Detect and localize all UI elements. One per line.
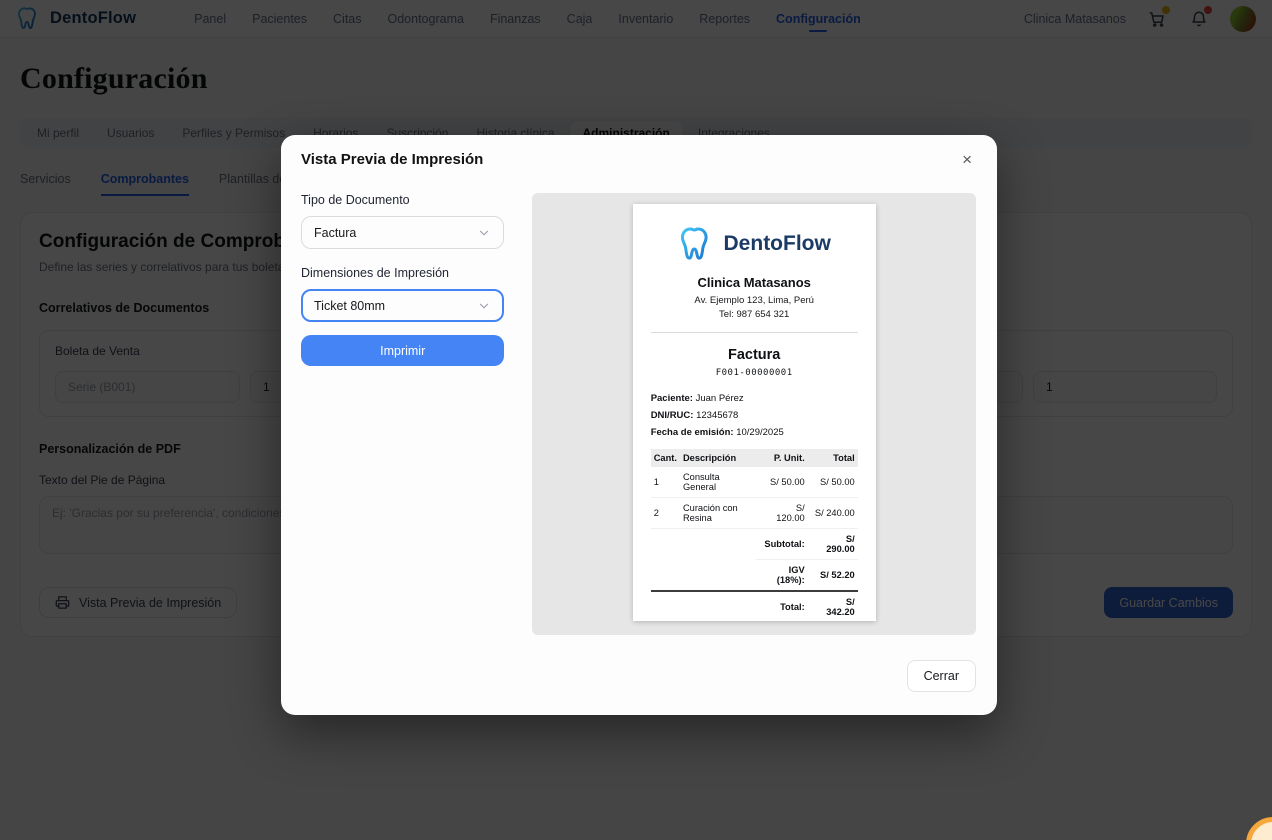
- doc-type-value: Factura: [314, 226, 356, 240]
- col-header-cant: Cant.: [651, 449, 680, 467]
- ticket-clinic-name: Clinica Matasanos: [651, 275, 858, 290]
- ticket-phone: Tel: 987 654 321: [651, 309, 858, 320]
- igv-row: IGV (18%): S/ 52.20: [651, 560, 858, 592]
- doc-type-select[interactable]: Factura: [301, 216, 504, 249]
- close-icon[interactable]: ×: [958, 151, 976, 169]
- dimensions-value: Ticket 80mm: [314, 299, 385, 313]
- table-row: 1 Consulta General S/ 50.00 S/ 50.00: [651, 467, 858, 498]
- ticket-dni-line: DNI/RUC: 12345678: [651, 410, 858, 421]
- ticket-date-line: Fecha de emisión: 10/29/2025: [651, 427, 858, 438]
- chevron-down-icon: [477, 226, 491, 240]
- col-header-punit: P. Unit.: [756, 449, 808, 467]
- col-header-total: Total: [808, 449, 858, 467]
- ticket-doc-title: Factura: [651, 347, 858, 363]
- ticket-info: Paciente: Juan Pérez DNI/RUC: 12345678 F…: [651, 393, 858, 438]
- table-row: 2 Curación con Resina S/ 120.00 S/ 240.0…: [651, 498, 858, 529]
- chevron-down-icon: [477, 299, 491, 313]
- modal-title: Vista Previa de Impresión: [301, 151, 483, 168]
- print-preview-panel: DentoFlow Clinica Matasanos Av. Ejemplo …: [532, 193, 976, 635]
- ticket-brand-name: DentoFlow: [724, 232, 831, 256]
- ticket-patient-line: Paciente: Juan Pérez: [651, 393, 858, 404]
- doc-type-label: Tipo de Documento: [301, 193, 504, 207]
- tooth-logo-icon: [678, 224, 718, 264]
- print-preview-modal: Vista Previa de Impresión × Tipo de Docu…: [281, 135, 997, 715]
- ticket-logo: DentoFlow: [651, 224, 858, 264]
- ticket-preview: DentoFlow Clinica Matasanos Av. Ejemplo …: [633, 204, 876, 621]
- subtotal-row: Subtotal: S/ 290.00: [651, 529, 858, 560]
- col-header-descripcion: Descripción: [680, 449, 756, 467]
- ticket-doc-number: F001-00000001: [651, 368, 858, 378]
- close-modal-button[interactable]: Cerrar: [907, 660, 976, 692]
- dimensions-select[interactable]: Ticket 80mm: [301, 289, 504, 322]
- ticket-divider: [651, 332, 858, 333]
- total-row: Total: S/ 342.20: [651, 591, 858, 621]
- print-button[interactable]: Imprimir: [301, 335, 504, 366]
- dimensions-label: Dimensiones de Impresión: [301, 266, 504, 280]
- ticket-address: Av. Ejemplo 123, Lima, Perú: [651, 295, 858, 306]
- ticket-items-table: Cant. Descripción P. Unit. Total 1 Consu…: [651, 449, 858, 621]
